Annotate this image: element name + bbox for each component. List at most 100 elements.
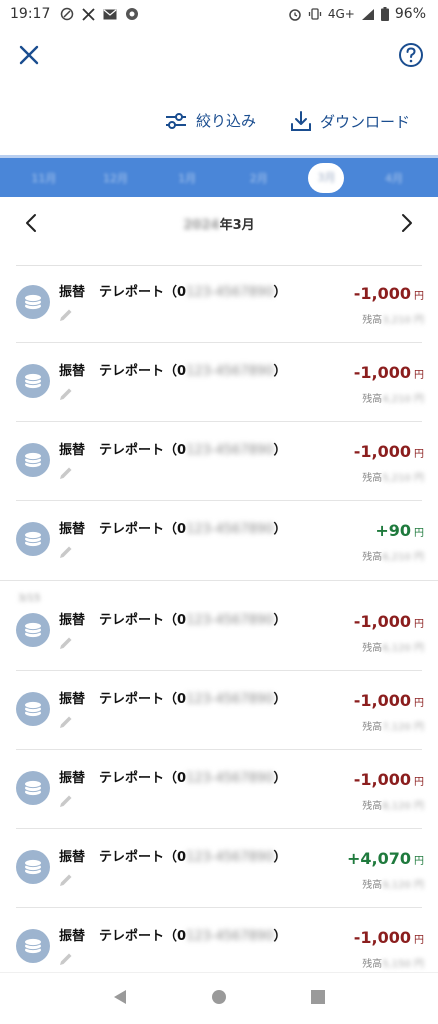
recents-button[interactable]	[310, 989, 326, 1009]
transaction-row[interactable]: 振替 テレポート（0123-4567890） -1,000 円残高7,120 円	[0, 672, 438, 750]
balance-label: 残高	[362, 959, 383, 970]
transaction-row[interactable]: 振替 テレポート（0123-4567890） -1,000 円残高4,210 円	[0, 344, 438, 422]
tab-month-2[interactable]: 12月	[93, 170, 137, 186]
transaction-account: 123-4567890	[186, 443, 274, 458]
transaction-avatar	[16, 285, 50, 319]
chevron-right-icon	[402, 214, 412, 232]
edit-memo-button[interactable]	[58, 793, 74, 809]
transaction-type: 振替	[59, 929, 86, 944]
edit-pencil-icon	[60, 388, 72, 400]
amount-currency: 円	[414, 777, 424, 788]
edit-memo-button[interactable]	[58, 714, 74, 730]
coins-icon	[24, 700, 42, 718]
amount-currency: 円	[414, 935, 424, 946]
transaction-row[interactable]: 振替 テレポート（0123-4567890） -1,000 円残高3,210 円	[0, 265, 438, 343]
edit-pencil-icon	[60, 467, 72, 479]
transaction-title: 振替 テレポート（0123-4567890）	[59, 929, 287, 944]
transaction-title: 振替 テレポート（0123-4567890）	[59, 285, 287, 300]
download-button[interactable]: ダウンロード	[290, 110, 410, 132]
status-time: 19:17	[10, 6, 51, 22]
balance-value: 5,210 円	[382, 473, 424, 484]
transaction-title: 振替 テレポート（0123-4567890）	[59, 771, 287, 786]
coins-icon	[24, 530, 42, 548]
transaction-amount: -1,000 円	[354, 691, 424, 710]
balance-label: 残高	[362, 473, 383, 484]
month-tab-bar: 11月 12月 1月 2月 3月 4月	[0, 155, 438, 197]
coins-icon	[24, 858, 42, 876]
coins-icon	[24, 293, 42, 311]
coins-icon	[24, 779, 42, 797]
edit-memo-button[interactable]	[58, 465, 74, 481]
edit-memo-button[interactable]	[58, 386, 74, 402]
edit-memo-button[interactable]	[58, 544, 74, 560]
amount-currency: 円	[414, 370, 424, 381]
transaction-name: テレポート（0	[99, 443, 187, 458]
transaction-title: 振替 テレポート（0123-4567890）	[59, 850, 287, 865]
close-button[interactable]	[14, 40, 44, 70]
x-icon	[82, 7, 95, 21]
transaction-name: テレポート（0	[99, 850, 187, 865]
transaction-name: テレポート（0	[99, 522, 187, 537]
transaction-balance: 残高3,210 円	[362, 311, 424, 326]
home-icon	[211, 989, 226, 1004]
tab-month-6[interactable]: 4月	[372, 170, 416, 186]
balance-value: 5,150 円	[382, 959, 424, 970]
chrome-icon	[126, 8, 139, 20]
help-button[interactable]	[398, 42, 424, 68]
balance-value: 8,120 円	[382, 801, 424, 812]
transaction-account: 123-4567890	[186, 771, 274, 786]
battery-icon	[380, 7, 389, 21]
back-button[interactable]	[112, 989, 128, 1009]
amount-currency: 円	[414, 856, 424, 867]
transaction-balance: 残高5,210 円	[362, 469, 424, 484]
transaction-amount: -1,000 円	[354, 284, 424, 303]
filter-button[interactable]: 絞り込み	[164, 110, 256, 131]
signal-icon	[361, 8, 374, 20]
home-button[interactable]	[211, 989, 227, 1009]
amount-currency: 円	[414, 698, 424, 709]
current-year: 2024	[183, 218, 220, 233]
tab-month-1[interactable]: 11月	[22, 170, 66, 186]
edit-memo-button[interactable]	[58, 951, 74, 967]
transaction-row[interactable]: 振替 テレポート（0123-4567890） -1,000 円残高5,210 円	[0, 423, 438, 501]
transaction-amount: -1,000 円	[354, 442, 424, 461]
tab-month-4[interactable]: 2月	[237, 170, 281, 186]
transaction-title: 振替 テレポート（0123-4567890）	[59, 692, 287, 707]
tab-month-3[interactable]: 1月	[165, 170, 209, 186]
balance-label: 残高	[362, 315, 383, 326]
recents-icon	[311, 989, 326, 1004]
transaction-row[interactable]: 振替 テレポート（0123-4567890） +90 円残高6,210 円	[0, 502, 438, 580]
tab-month-5-label: 3月	[317, 170, 336, 184]
edit-memo-button[interactable]	[58, 635, 74, 651]
transaction-balance: 残高5,150 円	[362, 955, 424, 970]
edit-memo-button[interactable]	[58, 872, 74, 888]
amount-value: +4,070	[346, 849, 411, 868]
download-label: ダウンロード	[320, 112, 411, 131]
next-month-button[interactable]	[394, 211, 418, 235]
tab-month-5-active[interactable]: 3月	[308, 162, 345, 193]
amount-value: -1,000	[353, 363, 411, 382]
amount-currency: 円	[414, 619, 424, 630]
vibrate-icon	[308, 8, 322, 20]
amount-value: -1,000	[353, 612, 411, 631]
transaction-balance: 残高9,120 円	[362, 876, 424, 891]
transaction-amount: +4,070 円	[347, 849, 424, 868]
edit-pencil-icon	[60, 309, 72, 321]
balance-value: 4,210 円	[382, 394, 424, 405]
transaction-row[interactable]: 振替 テレポート（0123-4567890） -1,000 円残高8,120 円	[0, 751, 438, 829]
transaction-amount: -1,000 円	[354, 612, 424, 631]
close-icon	[19, 45, 39, 65]
transaction-type: 振替	[59, 443, 86, 458]
transaction-name: テレポート（0	[99, 692, 187, 707]
transaction-row[interactable]: 振替 テレポート（0123-4567890） +4,070 円残高9,120 円	[0, 830, 438, 908]
transaction-type: 振替	[59, 364, 86, 379]
amount-currency: 円	[414, 528, 424, 539]
transaction-account: 123-4567890	[186, 850, 274, 865]
transaction-avatar	[16, 771, 50, 805]
edit-memo-button[interactable]	[58, 307, 74, 323]
transaction-type: 振替	[59, 285, 86, 300]
help-icon	[399, 43, 423, 67]
amount-value: -1,000	[353, 770, 411, 789]
transaction-account: 123-4567890	[186, 692, 274, 707]
row-divider	[16, 421, 422, 422]
